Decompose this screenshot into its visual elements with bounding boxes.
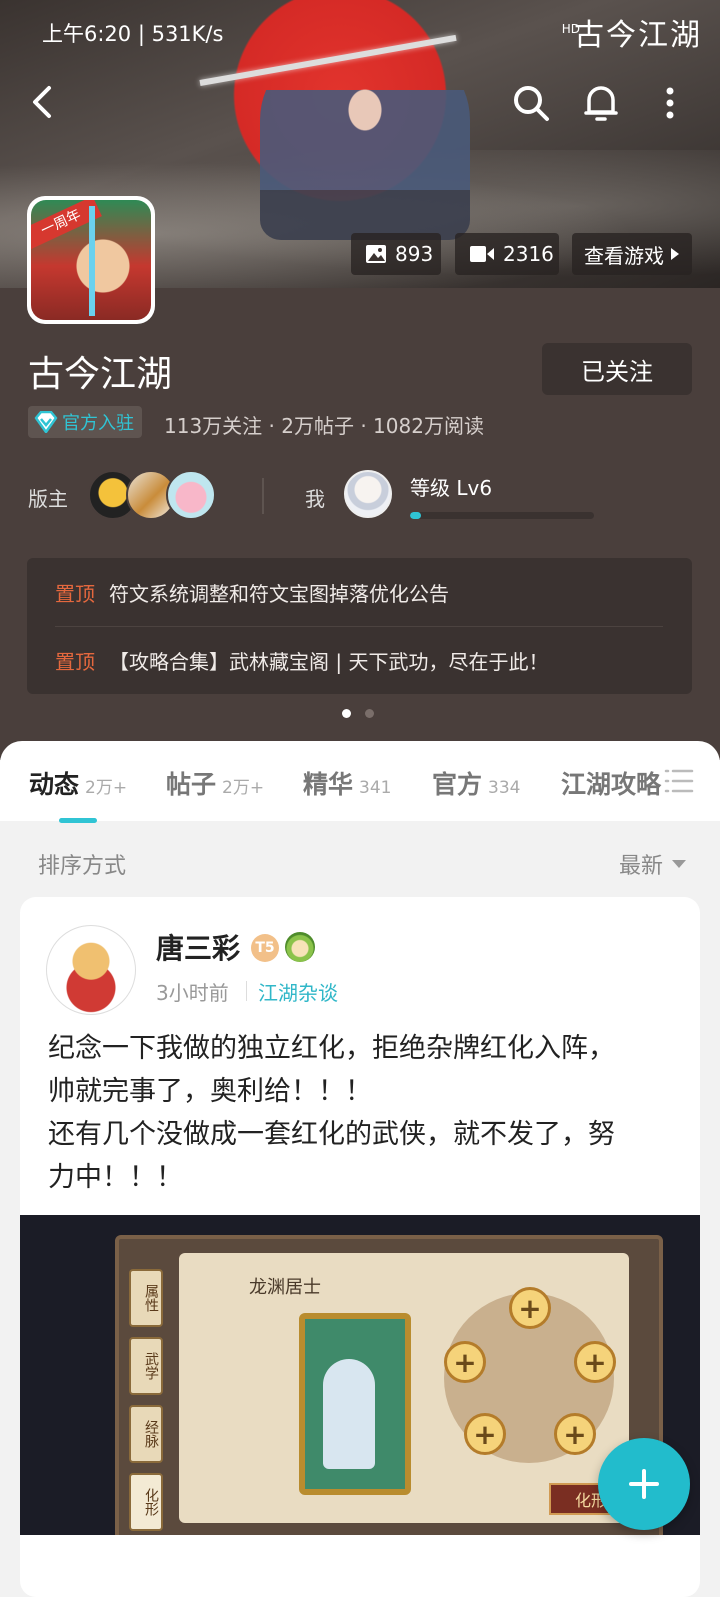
carousel-dot-active xyxy=(342,709,351,718)
pinned-post[interactable]: 置顶 【攻略合集】武林藏宝阁 | 天下武功，尽在于此！ xyxy=(55,626,665,694)
level-progress-bar xyxy=(410,512,594,519)
tab-official[interactable]: 官方 334 xyxy=(432,765,520,801)
game-tab: 经脉 xyxy=(129,1405,163,1463)
tab-label: 动态 xyxy=(29,770,80,799)
view-game-button[interactable]: 查看游戏 xyxy=(572,233,692,275)
game-app-icon[interactable]: 一周年 xyxy=(27,196,155,324)
tab-count: 334 xyxy=(488,778,521,798)
plus-icon: + xyxy=(509,1287,551,1329)
view-game-label: 查看游戏 xyxy=(584,243,664,268)
pinned-title: 【攻略合集】武林藏宝阁 | 天下武功，尽在于此！ xyxy=(109,649,549,674)
forum-title: 古今江湖 xyxy=(28,354,173,395)
level-label: 等级 Lv6 xyxy=(410,476,493,500)
official-badge: 官方入驻 xyxy=(28,406,142,438)
post-category[interactable]: 江湖杂谈 xyxy=(258,977,338,1006)
game-mirror xyxy=(299,1313,411,1495)
search-icon[interactable] xyxy=(508,80,554,126)
game-screenshot: 属性 武学 经脉 化形 龙渊居士 + + + + + 化形 xyxy=(115,1235,663,1535)
tab-posts[interactable]: 帖子 2万+ xyxy=(166,765,264,801)
game-character-name: 龙渊居士 xyxy=(249,1277,321,1298)
bell-icon[interactable] xyxy=(580,80,622,126)
official-badge-label: 官方入驻 xyxy=(62,413,134,434)
plus-icon xyxy=(629,1469,659,1499)
moderator-label: 版主 xyxy=(28,487,68,511)
icon-blade xyxy=(89,206,95,316)
tab-count: 2万+ xyxy=(85,778,128,798)
image-icon xyxy=(365,244,387,264)
images-count: 893 xyxy=(395,242,434,266)
carousel-dot xyxy=(365,709,374,718)
plus-icon: + xyxy=(554,1413,596,1455)
plus-icon: + xyxy=(444,1341,486,1383)
pinned-post[interactable]: 置顶 符文系统调整和符文宝图掉落优化公告 xyxy=(55,558,665,626)
status-bar: 上午6:20 | 531K/s HD 古今江湖 xyxy=(0,0,720,64)
follow-button[interactable]: 已关注 xyxy=(542,343,692,395)
tab-menu-icon[interactable] xyxy=(662,766,696,796)
avatar[interactable] xyxy=(166,470,216,520)
images-button[interactable]: 893 xyxy=(351,233,441,275)
sort-row: 排序方式 最新 xyxy=(0,822,720,900)
author-name[interactable]: 唐三彩 xyxy=(156,927,240,967)
post-time: 3小时前 xyxy=(156,981,229,1005)
game-tab: 化形 xyxy=(129,1473,163,1531)
more-icon[interactable] xyxy=(654,80,686,126)
sort-dropdown[interactable]: 最新 xyxy=(619,848,687,880)
forum-stats: 113万关注 · 2万帖子 · 1082万阅读 xyxy=(164,414,484,438)
author-avatar[interactable] xyxy=(46,925,136,1015)
status-time: 上午6:20 | 531K/s xyxy=(42,22,224,46)
medal-icon xyxy=(285,932,315,962)
plus-icon: + xyxy=(574,1341,616,1383)
tab-bar: 动态 2万+ 帖子 2万+ 精华 341 官方 334 江湖攻略 xyxy=(0,741,720,821)
post-text-line: 纪念一下我做的独立红化，拒绝杂牌红化入阵， xyxy=(48,1033,615,1064)
carousel-dots xyxy=(342,709,374,718)
tab-label: 精华 xyxy=(303,770,354,799)
diamond-icon xyxy=(34,411,58,433)
sort-value: 最新 xyxy=(619,854,664,879)
game-tab: 武学 xyxy=(129,1337,163,1395)
tab-count: 2万+ xyxy=(222,778,265,798)
tab-essence[interactable]: 精华 341 xyxy=(303,765,391,801)
tab-guides[interactable]: 江湖攻略 xyxy=(561,765,661,801)
post-text-line: 还有几个没做成一套红化的武侠，就不发了，努 xyxy=(48,1119,615,1150)
pinned-title: 符文系统调整和符文宝图掉落优化公告 xyxy=(109,581,449,606)
play-triangle-icon xyxy=(670,247,680,261)
videos-count: 2316 xyxy=(503,242,554,266)
tab-label: 官方 xyxy=(432,770,483,799)
back-arrow-icon[interactable] xyxy=(22,82,62,122)
pinned-tag: 置顶 xyxy=(55,581,95,606)
plus-icon: + xyxy=(464,1413,506,1455)
game-logo: 古今江湖 xyxy=(574,18,702,53)
tab-label: 江湖攻略 xyxy=(561,770,662,799)
user-level-badge: T5 xyxy=(251,934,279,962)
game-panel: 龙渊居士 + + + + + 化形 xyxy=(179,1253,633,1523)
pinned-tag: 置顶 xyxy=(55,649,95,674)
caret-down-icon xyxy=(671,859,687,869)
video-icon xyxy=(469,245,495,263)
tab-count: 341 xyxy=(359,778,392,798)
pinned-posts: 置顶 符文系统调整和符文宝图掉落优化公告 置顶 【攻略合集】武林藏宝阁 | 天下… xyxy=(27,558,692,694)
tab-label: 帖子 xyxy=(166,770,217,799)
tab-dynamic[interactable]: 动态 2万+ xyxy=(29,765,127,801)
game-tab: 属性 xyxy=(129,1269,163,1327)
post-text-line: 帅就完事了，奥利给！！！ xyxy=(48,1076,372,1107)
divider xyxy=(246,981,247,1001)
post-body: 纪念一下我做的独立红化，拒绝杂牌红化入阵， 帅就完事了，奥利给！！！ 还有几个没… xyxy=(48,1027,674,1199)
my-avatar[interactable] xyxy=(344,470,392,518)
divider xyxy=(262,478,264,514)
level-progress-fill xyxy=(410,512,422,519)
post-text-line: 力中！！！ xyxy=(48,1162,183,1193)
videos-button[interactable]: 2316 xyxy=(455,233,559,275)
create-post-button[interactable] xyxy=(598,1438,690,1530)
banner-character xyxy=(260,40,470,240)
me-label: 我 xyxy=(305,487,325,511)
sort-label: 排序方式 xyxy=(38,854,127,879)
game-side-tabs: 属性 武学 经脉 化形 xyxy=(129,1269,163,1535)
